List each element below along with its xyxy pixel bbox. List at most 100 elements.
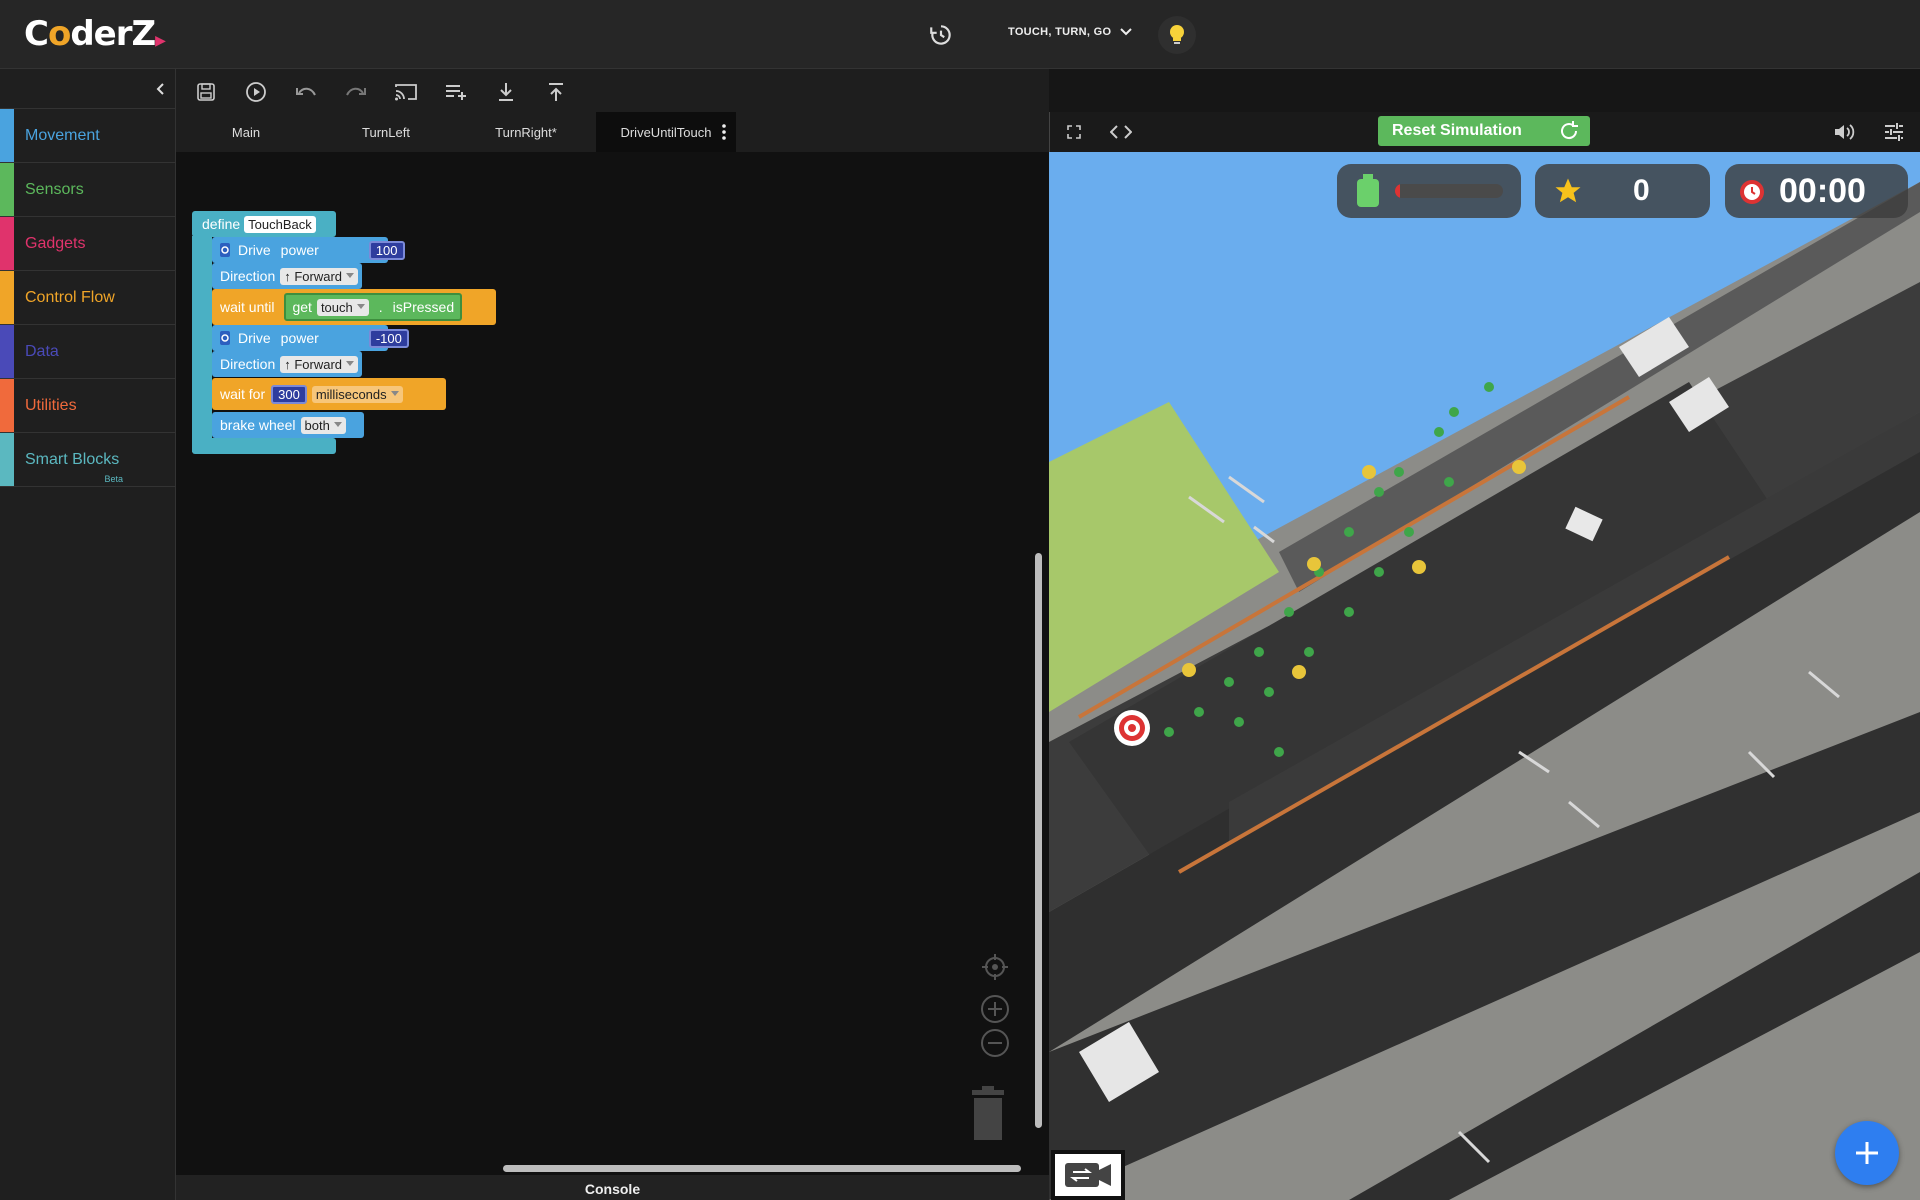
time-unit-dropdown[interactable]: milliseconds	[311, 385, 403, 403]
refresh-icon	[1561, 121, 1578, 140]
history-icon[interactable]	[928, 22, 958, 48]
time-unit-value: milliseconds	[315, 386, 387, 402]
horizontal-scrollbar[interactable]	[503, 1165, 1021, 1172]
settings-sliders-icon[interactable]	[1883, 122, 1905, 142]
sidebar-item-control-flow[interactable]: Control Flow	[0, 271, 175, 325]
beta-badge: Beta	[104, 474, 123, 484]
sidebar-item-label: Control Flow	[25, 288, 115, 306]
switch-camera-button[interactable]	[1051, 1150, 1125, 1200]
sidebar-item-utilities[interactable]: Utilities	[0, 379, 175, 433]
direction-label: Direction	[220, 268, 276, 284]
reset-simulation-button[interactable]: Reset Simulation	[1378, 116, 1590, 146]
direction-row[interactable]: Direction ↑ Forward	[212, 263, 362, 289]
mission-selector[interactable]: TOUCH, TURN, GO	[1008, 26, 1133, 38]
sidebar-item-gadgets[interactable]: Gadgets	[0, 217, 175, 271]
tab-main[interactable]: Main	[176, 112, 316, 152]
add-fab-button[interactable]	[1835, 1121, 1899, 1185]
timer-hud: 00:00	[1725, 164, 1908, 218]
timer-value: 00:00	[1779, 171, 1866, 210]
tab-driveuntiltouch[interactable]: DriveUntilTouch	[596, 112, 736, 152]
sensor-value: touch	[320, 299, 353, 315]
sidebar-item-sensors[interactable]: Sensors	[0, 163, 175, 217]
sidebar-item-data[interactable]: Data	[0, 325, 175, 379]
drive-label: Drive	[238, 242, 271, 258]
function-tabs: Main TurnLeft TurnRight* DriveUntilTouch	[176, 112, 1049, 152]
wait-for-block[interactable]: wait for 300 milliseconds	[212, 378, 446, 410]
score-hud: 0	[1535, 164, 1710, 218]
fullscreen-icon[interactable]	[1066, 124, 1082, 140]
volume-icon[interactable]	[1833, 122, 1855, 142]
wait-for-label: wait for	[220, 386, 266, 402]
wait-duration-input[interactable]: 300	[271, 384, 307, 404]
recenter-icon[interactable]	[980, 952, 1010, 982]
direction-label: Direction	[220, 356, 276, 372]
console-label: Console	[584, 1181, 641, 1197]
stopwatch-icon	[1740, 180, 1764, 204]
app-logo[interactable]: CoderZ▶	[24, 14, 166, 54]
zoom-out-icon[interactable]	[980, 1028, 1010, 1058]
sidebar-item-label: Smart Blocks	[25, 450, 120, 468]
direction-dropdown[interactable]: ↑ Forward	[280, 355, 359, 373]
battery-bar	[1395, 184, 1503, 198]
wheel-dropdown[interactable]: both	[300, 416, 346, 434]
redo-icon[interactable]	[344, 80, 368, 104]
hint-lightbulb-button[interactable]	[1158, 16, 1196, 54]
define-block[interactable]: define TouchBack	[192, 211, 336, 237]
editor-toolbar	[176, 69, 1049, 114]
drive-block[interactable]: Drive power 100	[212, 237, 405, 263]
sidebar-header	[0, 69, 175, 109]
direction-row[interactable]: Direction ↑ Forward	[212, 351, 362, 377]
zoom-in-icon[interactable]	[980, 994, 1010, 1024]
sensor-dropdown[interactable]: touch	[316, 298, 369, 316]
wait-until-block[interactable]: wait until get touch . isPressed	[212, 289, 496, 325]
category-color-stripe	[0, 433, 14, 486]
add-list-icon[interactable]	[444, 80, 468, 104]
wheel-value: both	[304, 417, 330, 433]
power-label: power	[280, 242, 319, 258]
chevron-down-icon	[1120, 28, 1133, 36]
vertical-scrollbar[interactable]	[1035, 553, 1042, 1128]
category-color-stripe	[0, 217, 14, 270]
battery-fill	[1395, 184, 1401, 198]
sidebar-item-label: Data	[25, 342, 59, 360]
drive-block[interactable]: Drive power -100	[212, 325, 409, 351]
wait-until-label: wait until	[220, 299, 275, 315]
touch-sensor-block[interactable]: get touch . isPressed	[284, 293, 463, 321]
tab-turnright[interactable]: TurnRight*	[456, 112, 596, 152]
category-color-stripe	[0, 325, 14, 378]
sidebar-item-smart-blocks[interactable]: Smart Blocks Beta	[0, 433, 175, 487]
undo-icon[interactable]	[294, 80, 318, 104]
category-color-stripe	[0, 163, 14, 216]
more-vert-icon[interactable]	[722, 124, 726, 140]
define-name-field[interactable]: TouchBack	[244, 215, 316, 233]
direction-dropdown[interactable]: ↑ Forward	[280, 267, 359, 285]
top-bar: CoderZ▶ TOUCH, TURN, GO	[0, 0, 1920, 69]
simulation-viewport[interactable]	[1049, 152, 1920, 1200]
battery-icon	[1357, 174, 1379, 207]
cast-icon[interactable]	[394, 80, 418, 104]
tab-turnleft[interactable]: TurnLeft	[316, 112, 456, 152]
play-icon[interactable]	[244, 80, 268, 104]
sidebar-item-movement[interactable]: Movement	[0, 109, 175, 163]
chevron-down-icon	[346, 361, 355, 366]
download-icon[interactable]	[494, 80, 518, 104]
save-icon[interactable]	[194, 80, 218, 104]
brake-wheel-block[interactable]: brake wheel both	[212, 412, 364, 438]
upload-icon[interactable]	[544, 80, 568, 104]
console-toggle[interactable]: Console	[176, 1175, 1049, 1200]
code-workspace[interactable]: define TouchBack Drive power 100 Directi…	[176, 152, 1049, 1175]
dot-label: .	[378, 299, 383, 315]
define-block-body	[192, 236, 212, 452]
sidebar-item-label: Movement	[25, 126, 100, 144]
direction-value: ↑ Forward	[284, 356, 343, 372]
collapse-sidebar-icon[interactable]	[153, 81, 169, 97]
power-input[interactable]: 100	[368, 240, 405, 260]
trash-icon[interactable]	[968, 1086, 1008, 1142]
define-label: define	[202, 216, 241, 232]
power-input[interactable]: -100	[368, 328, 409, 348]
property-label: isPressed	[392, 299, 455, 315]
score-value: 0	[1633, 174, 1650, 207]
battery-hud	[1337, 164, 1521, 218]
category-color-stripe	[0, 109, 14, 162]
code-view-icon[interactable]	[1110, 124, 1132, 140]
